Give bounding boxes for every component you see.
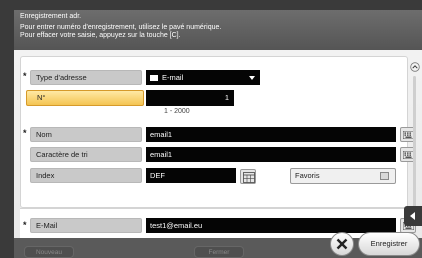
name-field[interactable]: email1 [146,127,396,142]
screen: Enregistrement adr. Pour entrer numéro d… [14,10,422,258]
close-icon [336,238,348,250]
email-field[interactable]: test1@email.eu [146,218,396,233]
sort-char-label: Caractère de tri [30,147,142,162]
cancel-button[interactable] [330,232,354,256]
scroll-track[interactable] [413,76,416,208]
header-instruction-line2: Pour effacer votre saisie, appuyez sur l… [20,32,181,39]
address-type-select[interactable]: E-mail [146,70,260,85]
email-label: E-Mail [30,218,142,233]
scrollbar[interactable] [410,62,420,212]
side-panel-tab[interactable] [404,206,422,226]
index-label: Index [30,168,142,183]
address-type-value: E-mail [162,73,184,82]
favorites-label: Favoris [295,171,320,180]
save-button[interactable]: Enregistrer [358,232,420,256]
header: Enregistrement adr. Pour entrer numéro d… [14,10,422,50]
scroll-up-icon[interactable] [410,62,420,72]
number-label[interactable]: N° [26,90,144,106]
number-field[interactable]: 1 [146,90,234,106]
required-marker: * [23,220,27,230]
index-field[interactable]: DEF [146,168,236,183]
number-range: 1 - 2000 [164,108,190,115]
close-button-disabled: Fermer [194,246,244,258]
favorites-toggle[interactable]: Favoris [290,168,396,184]
required-marker: * [23,128,27,138]
required-marker: * [23,71,27,81]
index-list-icon[interactable] [240,169,256,184]
chevron-down-icon [249,76,255,80]
header-title: Enregistrement adr. [20,13,82,20]
sort-char-field[interactable]: email1 [146,147,396,162]
new-button: Nouveau [24,246,74,258]
mail-icon [150,75,158,82]
name-label: Nom [30,127,142,142]
header-instruction-line1: Pour entrer numéro d'enregistrement, uti… [20,23,222,31]
arrow-left-icon [410,212,415,220]
checkbox-icon [380,172,389,180]
address-type-label: Type d'adresse [30,70,142,85]
